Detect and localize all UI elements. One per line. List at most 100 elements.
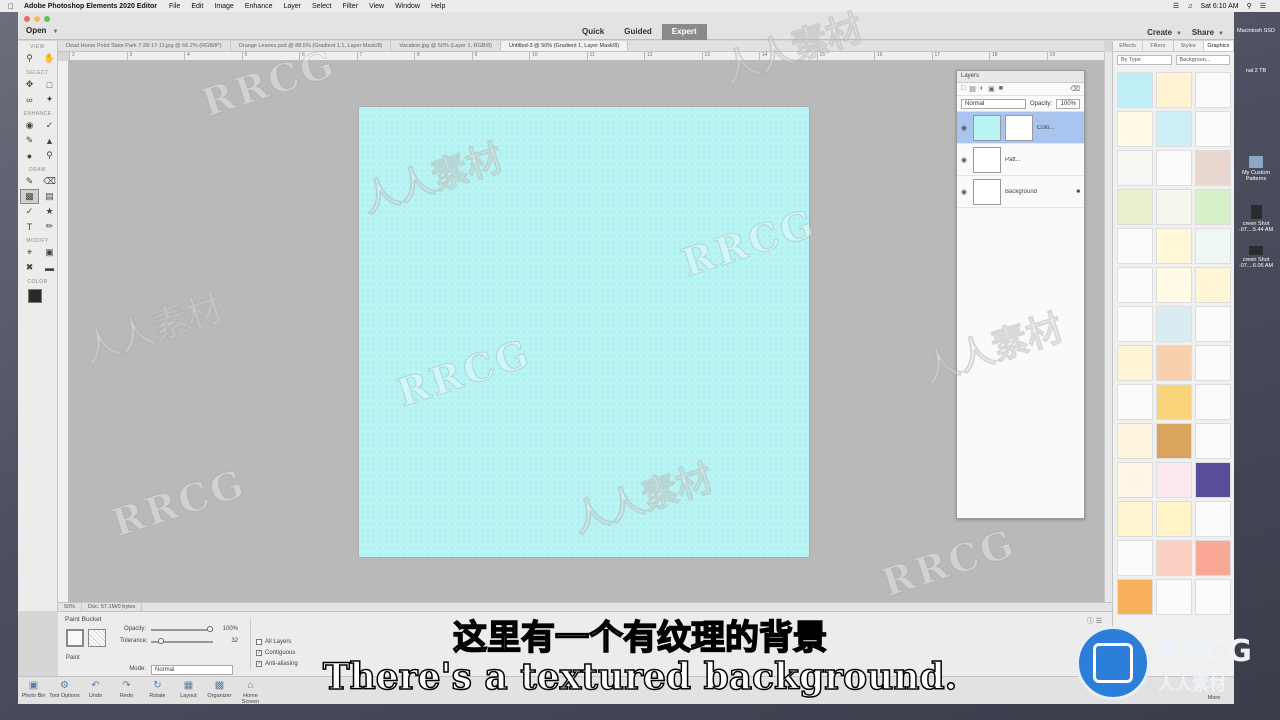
layer-row[interactable]: ◉ Patt... [957,144,1084,176]
lasso-icon[interactable]: ∞ [21,93,38,106]
menu-file[interactable]: File [169,3,180,10]
move-icon[interactable]: ✥ [21,78,38,91]
menu-filter[interactable]: Filter [342,3,358,10]
tab-styles[interactable]: Styles [1174,41,1204,51]
graphic-thumbnail[interactable] [1117,540,1153,576]
wifi-icon[interactable]: ☰ [1173,2,1179,10]
tab-effects[interactable]: Effects [1113,41,1144,51]
graphic-thumbnail[interactable] [1156,72,1192,108]
layer-mask-thumbnail[interactable] [1005,114,1033,141]
graphic-thumbnail[interactable] [1117,345,1153,381]
blend-mode-select[interactable]: Normal [961,98,1026,109]
trash-icon[interactable]: ⌫ [1070,85,1080,93]
doc-tab[interactable]: Vacation.jpg @ 50% (Layer 1, RGB/8) [391,41,501,51]
menu-help[interactable]: Help [431,3,445,10]
graphic-thumbnail[interactable] [1195,423,1231,459]
graphic-thumbnail[interactable] [1195,267,1231,303]
visibility-icon[interactable]: ◉ [961,188,969,196]
blur-icon[interactable]: ● [21,149,38,162]
graphic-thumbnail[interactable] [1117,501,1153,537]
doc-tab[interactable]: Orange Leaves.psd @ 88.5% (Gradient 1.1,… [231,41,392,51]
graphic-thumbnail[interactable] [1117,384,1153,420]
desktop-item-drive-2[interactable]: nal 2 TB [1236,68,1276,74]
tab-graphics[interactable]: Graphics [1203,41,1234,51]
marquee-icon[interactable]: □ [41,78,58,91]
graphic-thumbnail[interactable] [1195,111,1231,147]
gradient-icon[interactable]: ▤ [41,190,58,203]
new-layer-icon[interactable]: □ [961,85,965,93]
graphic-thumbnail[interactable] [1117,111,1153,147]
graphic-thumbnail[interactable] [1117,423,1153,459]
volume-icon[interactable]: ♫ [1187,3,1192,10]
shape-icon[interactable]: ★ [41,205,58,218]
new-group-icon[interactable]: ▤ [969,85,976,93]
eye-icon[interactable]: ◉ [21,119,38,132]
paint-bucket-icon[interactable]: ▩ [20,189,39,204]
desktop-item-folder[interactable]: My Custom Patterns [1236,156,1276,182]
content-move-icon[interactable]: ✖ [21,261,38,274]
clock[interactable]: Sat 6:10 AM [1200,3,1238,10]
graphic-thumbnail[interactable] [1195,72,1231,108]
apple-icon[interactable]:  [8,2,14,11]
search-icon[interactable]: ⚲ [1247,2,1252,10]
app-name-menu[interactable]: Adobe Photoshop Elements 2020 Editor [24,3,157,10]
graphic-thumbnail[interactable] [1195,150,1231,186]
filter-category-select[interactable]: Backgroun... [1175,55,1230,65]
color-swatches[interactable] [24,287,54,313]
share-button[interactable]: Share ▼ [1192,28,1224,37]
crop-icon[interactable]: ⌖ [21,246,38,259]
graphic-thumbnail[interactable] [1117,228,1153,264]
graphic-thumbnail[interactable] [1156,345,1192,381]
magic-wand-icon[interactable]: ✦ [41,93,58,106]
mask-icon[interactable]: ▣ [988,85,995,93]
clone-stamp-icon[interactable]: ▲ [41,134,58,147]
graphic-thumbnail[interactable] [1117,72,1153,108]
menu-layer[interactable]: Layer [283,3,301,10]
graphic-thumbnail[interactable] [1117,462,1153,498]
smart-brush-icon[interactable]: ✎ [21,134,38,147]
graphic-thumbnail[interactable] [1117,306,1153,342]
graphic-thumbnail[interactable] [1156,111,1192,147]
graphic-thumbnail[interactable] [1195,501,1231,537]
graphic-thumbnail[interactable] [1156,267,1192,303]
visibility-icon[interactable]: ◉ [961,156,969,164]
layer-name[interactable]: Background [1005,189,1072,195]
layer-name[interactable]: Patt... [1005,157,1080,163]
document-canvas[interactable] [359,107,809,557]
hand-icon[interactable]: ✋ [41,52,58,65]
graphic-thumbnail[interactable] [1156,150,1192,186]
create-button[interactable]: Create ▼ [1147,28,1182,37]
tab-filters[interactable]: Filters [1143,41,1174,51]
layer-row[interactable]: ◉ Colo... [957,112,1084,144]
layers-panel-title[interactable]: Layers [957,71,1084,83]
maximize-icon[interactable] [44,16,50,22]
desktop-item-drive[interactable]: Macintosh SSD [1236,28,1276,34]
spot-heal-icon[interactable]: ✓ [41,119,58,132]
menu-edit[interactable]: Edit [191,3,203,10]
graphic-thumbnail[interactable] [1156,423,1192,459]
graphic-thumbnail[interactable] [1195,345,1231,381]
layer-row[interactable]: ◉ Background ■ [957,176,1084,208]
doc-tab-active[interactable]: Untitled-3 @ 50% (Gradient 1, Layer Mask… [500,41,629,51]
adjustment-icon[interactable]: ◐ [980,85,984,93]
eyedropper-icon[interactable]: ✓ [21,205,38,218]
zoom-icon[interactable]: ⚲ [21,52,38,65]
graphic-thumbnail[interactable] [1195,189,1231,225]
visibility-icon[interactable]: ◉ [961,124,969,132]
filter-type-select[interactable]: By Type [1117,55,1172,65]
brush-icon[interactable]: ✎ [21,175,38,188]
desktop-item-screenshot-2[interactable]: creen Shot -07....6.06 AM [1236,246,1276,269]
scrollbar-vertical[interactable] [1104,52,1112,602]
canvas-area[interactable] [69,61,1104,602]
graphic-thumbnail[interactable] [1156,540,1192,576]
menu-view[interactable]: View [369,3,384,10]
graphic-thumbnail[interactable] [1156,384,1192,420]
desktop-item-screenshot-1[interactable]: creen Shot -07....5.44 AM [1236,205,1276,233]
opacity-field[interactable]: 100% [1056,98,1080,109]
graphic-thumbnail[interactable] [1156,501,1192,537]
graphic-thumbnail[interactable] [1156,462,1192,498]
foreground-color[interactable] [28,289,42,303]
recompose-icon[interactable]: ▣ [41,246,58,259]
straighten-icon[interactable]: ▬ [41,261,58,274]
pencil-icon[interactable]: ✏ [41,220,58,233]
